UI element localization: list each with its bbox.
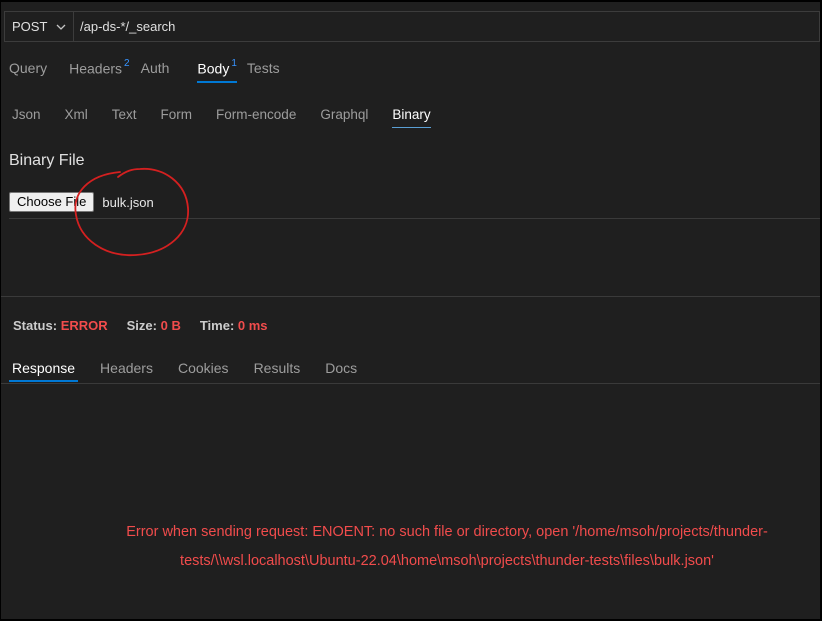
time-label: Time: [199, 318, 235, 333]
url-value: /ap-ds-*/_search [80, 19, 176, 34]
tab-badge: 2 [124, 58, 130, 69]
body-tab-text[interactable]: Text [112, 107, 137, 128]
tab-response[interactable]: Response [8, 360, 79, 382]
divider [9, 218, 820, 219]
binary-file-title: Binary File [9, 152, 85, 169]
panel-divider [1, 296, 820, 297]
tab-tests[interactable]: Tests [247, 60, 280, 82]
tab-auth[interactable]: Auth [141, 60, 170, 82]
tab-label: Query [9, 60, 48, 76]
error-line: Error when sending request: ENOENT: no s… [126, 524, 768, 540]
response-tabs: Response Headers Cookies Results Docs [8, 360, 382, 382]
tab-label: Body [197, 60, 230, 77]
tab-headers[interactable]: Headers 2 [69, 58, 130, 83]
body-tab-xml[interactable]: Xml [65, 107, 88, 128]
tab-cookies[interactable]: Cookies [178, 360, 229, 382]
method-value: POST [12, 19, 48, 34]
status-item: Status: ERROR [13, 318, 108, 333]
file-picker: Choose File bulk.json [9, 192, 154, 212]
tab-label: Auth [140, 60, 170, 76]
body-tab-form-encode[interactable]: Form-encode [216, 107, 296, 128]
body-tab-graphql[interactable]: Graphql [320, 107, 368, 128]
request-tabs: Query Headers 2 Auth Body 1 Tests [9, 58, 302, 83]
body-tab-binary[interactable]: Binary [392, 107, 431, 128]
selected-file-name: bulk.json [102, 194, 154, 210]
annotation-circle-icon [74, 168, 189, 256]
choose-file-button[interactable]: Choose File [9, 192, 95, 212]
url-bar: POST /ap-ds-*/_search [4, 11, 820, 42]
size-item: Size: 0 B [127, 318, 181, 333]
tab-label: Headers [69, 60, 123, 77]
time-item: Time: 0 ms [200, 318, 268, 333]
body-tab-form[interactable]: Form [161, 107, 193, 128]
url-input[interactable]: /ap-ds-*/_search [73, 11, 820, 42]
body-tab-json[interactable]: Json [12, 107, 41, 128]
tab-docs[interactable]: Docs [325, 360, 357, 382]
tab-response-headers[interactable]: Headers [100, 360, 153, 382]
size-value: 0 B [160, 318, 181, 333]
response-tabs-divider [1, 383, 820, 384]
response-status: Status: ERROR Size: 0 B Time: 0 ms [13, 318, 287, 333]
status-value: ERROR [60, 318, 108, 333]
tab-query[interactable]: Query [9, 60, 47, 82]
error-message: Error when sending request: ENOENT: no s… [92, 518, 802, 576]
error-line: tests/\\wsl.localhost\Ubuntu-22.04\home\… [180, 553, 714, 569]
body-type-tabs: Json Xml Text Form Form-encode Graphql B… [12, 107, 455, 128]
method-select[interactable]: POST [4, 11, 73, 42]
tab-label: Tests [246, 60, 280, 76]
status-label: Status: [13, 318, 58, 333]
chevron-down-icon [56, 24, 66, 30]
tab-results[interactable]: Results [254, 360, 301, 382]
size-label: Size: [126, 318, 157, 333]
tab-badge: 1 [231, 58, 237, 69]
tab-body[interactable]: Body 1 [197, 58, 238, 83]
time-value: 0 ms [237, 318, 268, 333]
